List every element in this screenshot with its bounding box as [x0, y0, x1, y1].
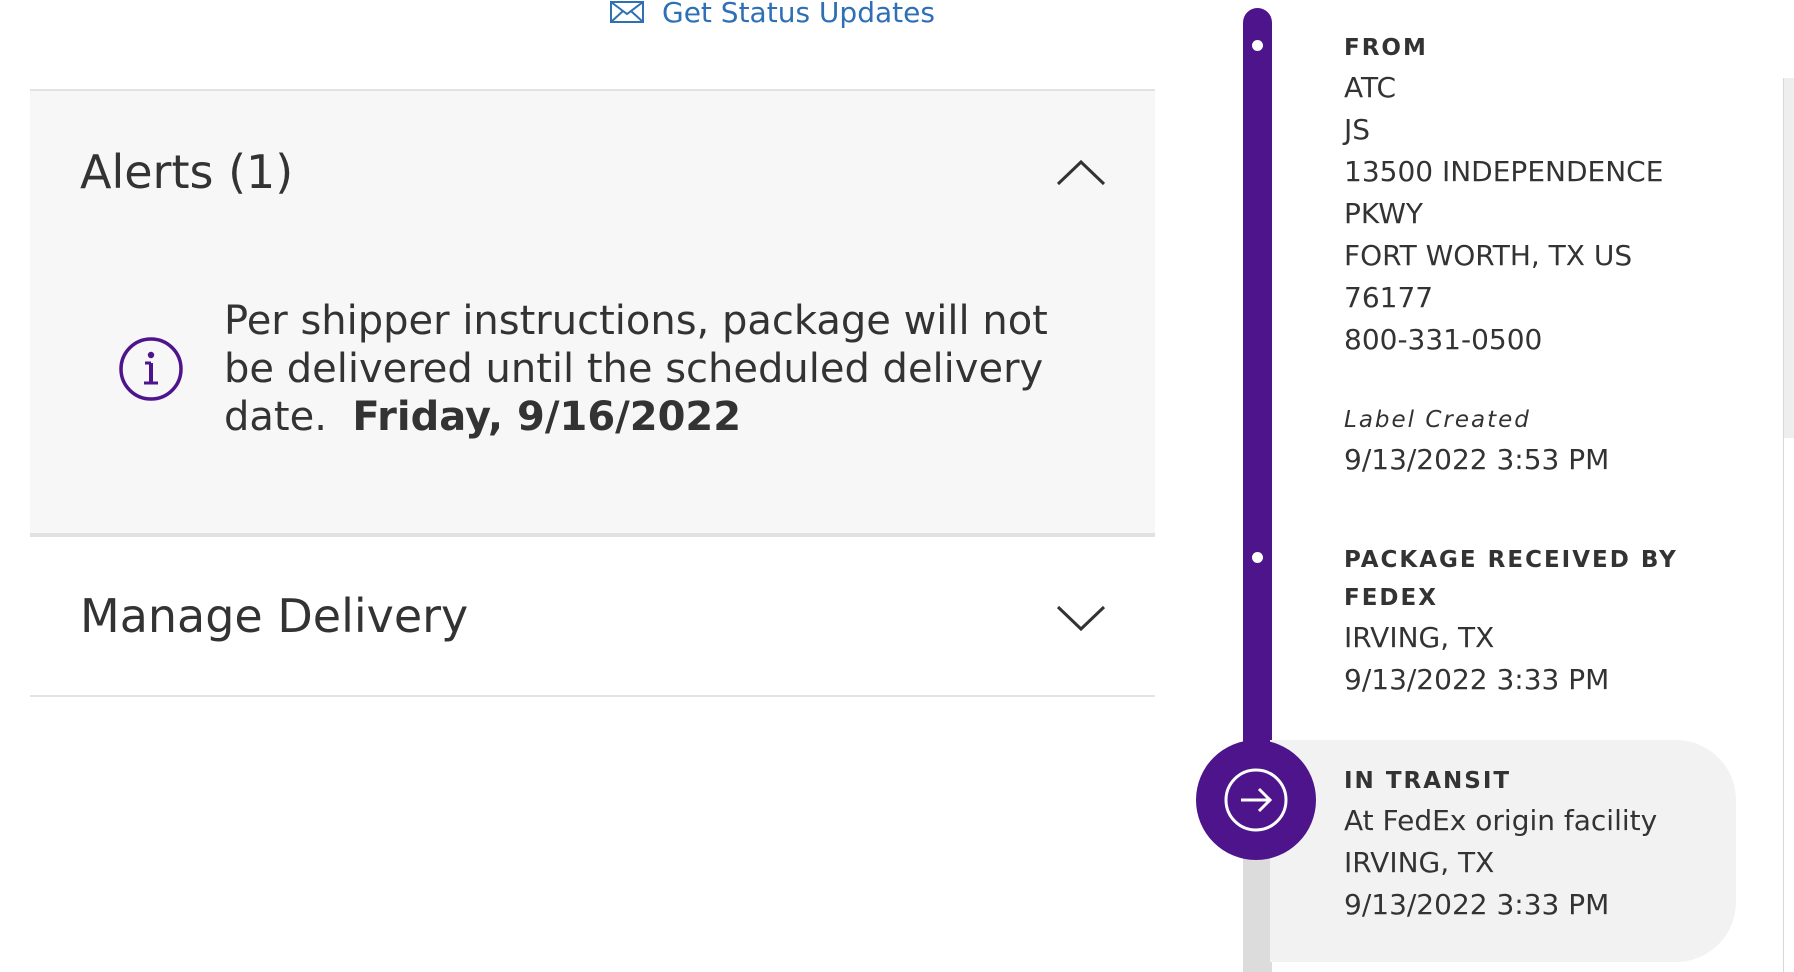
from-line: 76177 [1344, 281, 1434, 314]
label-created-timestamp: 9/13/2022 3:53 PM [1344, 443, 1610, 476]
from-line: JS [1344, 113, 1371, 146]
received-timestamp: 9/13/2022 3:33 PM [1344, 663, 1610, 696]
alert-message: Per shipper instructions, package will n… [224, 297, 1104, 441]
timeline-progress-track [1243, 8, 1272, 808]
from-phone: 800-331-0500 [1344, 323, 1543, 356]
timeline-label-created: Label Created 9/13/2022 3:53 PM [1344, 401, 1609, 481]
from-line: ATC [1344, 71, 1396, 104]
tracking-page: Get Status Updates Alerts (1) Per shippe… [0, 0, 1794, 972]
received-location: IRVING, TX [1344, 621, 1495, 654]
get-status-updates-link[interactable]: Get Status Updates [610, 0, 935, 29]
alerts-panel: Alerts (1) Per shipper instructions, pac… [30, 91, 1155, 537]
timeline-from: FROM ATC JS 13500 INDEPENDENCE PKWY FORT… [1344, 29, 1663, 361]
chevron-down-icon[interactable] [1055, 603, 1107, 633]
in-transit-timestamp: 9/13/2022 3:33 PM [1344, 888, 1610, 921]
from-heading: FROM [1344, 35, 1428, 61]
mail-icon [610, 0, 644, 23]
alert-delivery-date: Friday, 9/16/2022 [352, 394, 742, 440]
from-line: FORT WORTH, TX US [1344, 239, 1633, 272]
in-transit-heading: IN TRANSIT [1344, 768, 1512, 794]
received-heading: PACKAGE RECEIVED BY [1344, 547, 1678, 573]
in-transit-location: IRVING, TX [1344, 846, 1495, 879]
timeline-in-transit: IN TRANSIT At FedEx origin facility IRVI… [1344, 762, 1657, 926]
chevron-up-icon[interactable] [1055, 158, 1107, 188]
scrollbar[interactable] [1784, 78, 1794, 438]
alerts-title[interactable]: Alerts (1) [80, 145, 293, 199]
received-heading: FEDEX [1344, 585, 1438, 611]
timeline-dot-received [1252, 552, 1263, 563]
current-status-marker [1196, 740, 1316, 860]
arrow-right-circle-icon [1224, 768, 1288, 832]
manage-delivery-title[interactable]: Manage Delivery [80, 589, 468, 643]
timeline-dot-from [1252, 40, 1263, 51]
info-icon [119, 337, 183, 401]
in-transit-detail: At FedEx origin facility [1344, 804, 1658, 837]
label-created-heading: Label Created [1344, 407, 1531, 433]
from-line: PKWY [1344, 197, 1424, 230]
timeline-package-received: PACKAGE RECEIVED BY FEDEX IRVING, TX 9/1… [1344, 541, 1678, 701]
from-line: 13500 INDEPENDENCE [1344, 155, 1664, 188]
manage-delivery-panel[interactable]: Manage Delivery [30, 537, 1155, 697]
get-status-updates-label[interactable]: Get Status Updates [662, 0, 935, 29]
